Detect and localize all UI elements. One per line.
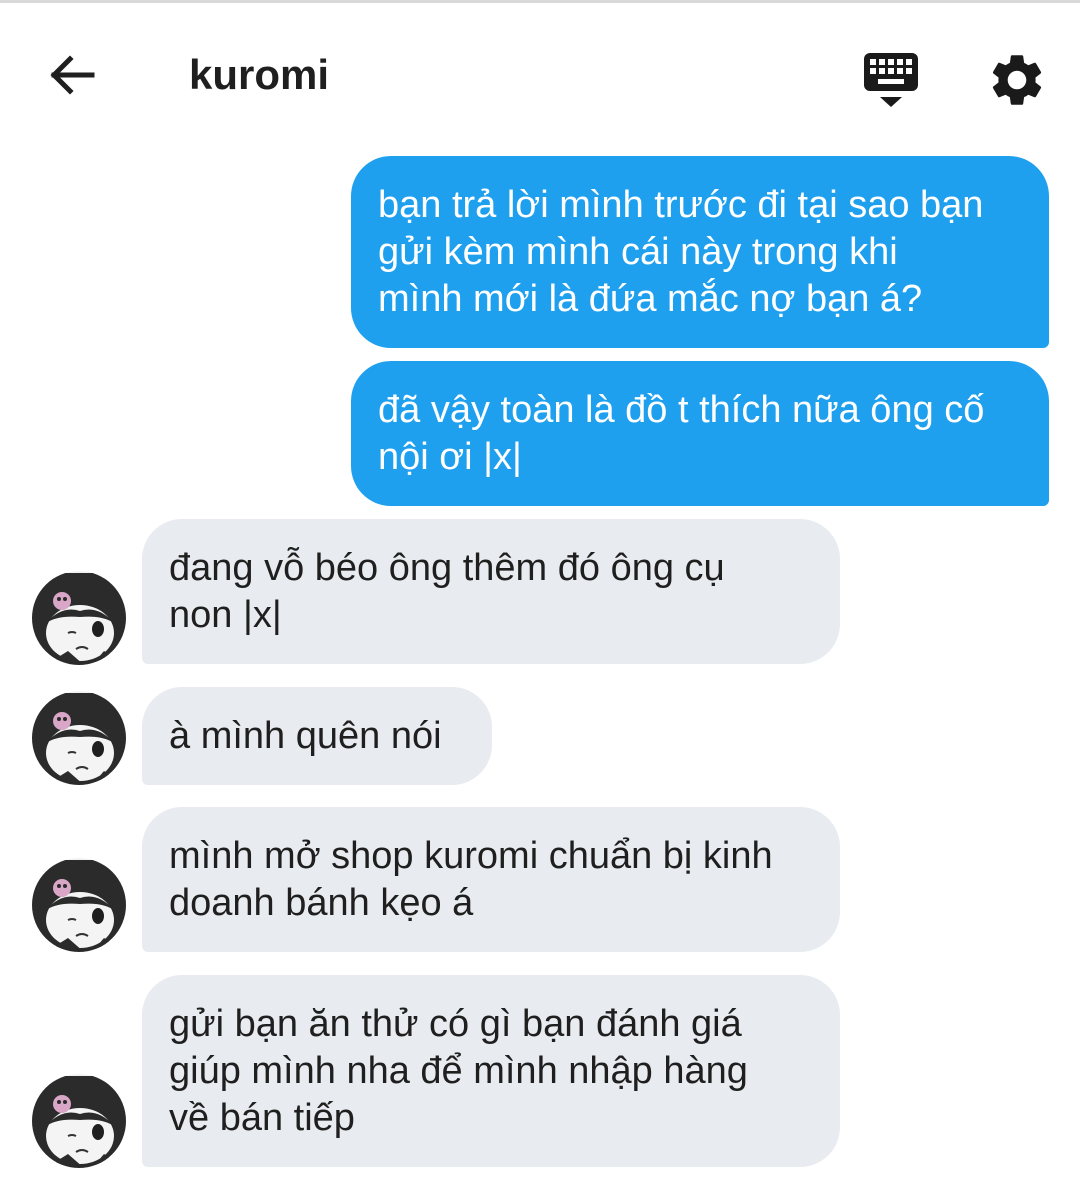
- incoming-message[interactable]: đang vỗ béo ông thêm đó ông cụ non |x|: [142, 519, 840, 664]
- page-title: kuromi: [189, 51, 330, 98]
- incoming-message[interactable]: à mình quên nói: [142, 687, 492, 785]
- gear-icon: [992, 55, 1042, 105]
- avatar[interactable]: [32, 691, 126, 785]
- outgoing-message[interactable]: bạn trả lời mình trước đi tại sao bạn gử…: [351, 156, 1049, 348]
- keyboard-hide-button[interactable]: [860, 49, 922, 111]
- outgoing-message[interactable]: đã vậy toàn là đồ t thích nữa ông cố nội…: [351, 361, 1049, 506]
- avatar[interactable]: [32, 1074, 126, 1168]
- avatar[interactable]: [32, 571, 126, 665]
- back-button[interactable]: [44, 45, 104, 105]
- keyboard-hide-icon: [864, 53, 918, 107]
- incoming-message[interactable]: gửi bạn ăn thử có gì bạn đánh giá giúp m…: [142, 975, 840, 1167]
- incoming-message[interactable]: mình mở shop kuromi chuẩn bị kinh doanh …: [142, 807, 840, 952]
- arrow-left-icon: [50, 55, 95, 95]
- avatar[interactable]: [32, 858, 126, 952]
- settings-button[interactable]: [986, 49, 1048, 111]
- chat-header: kuromi: [0, 3, 1080, 143]
